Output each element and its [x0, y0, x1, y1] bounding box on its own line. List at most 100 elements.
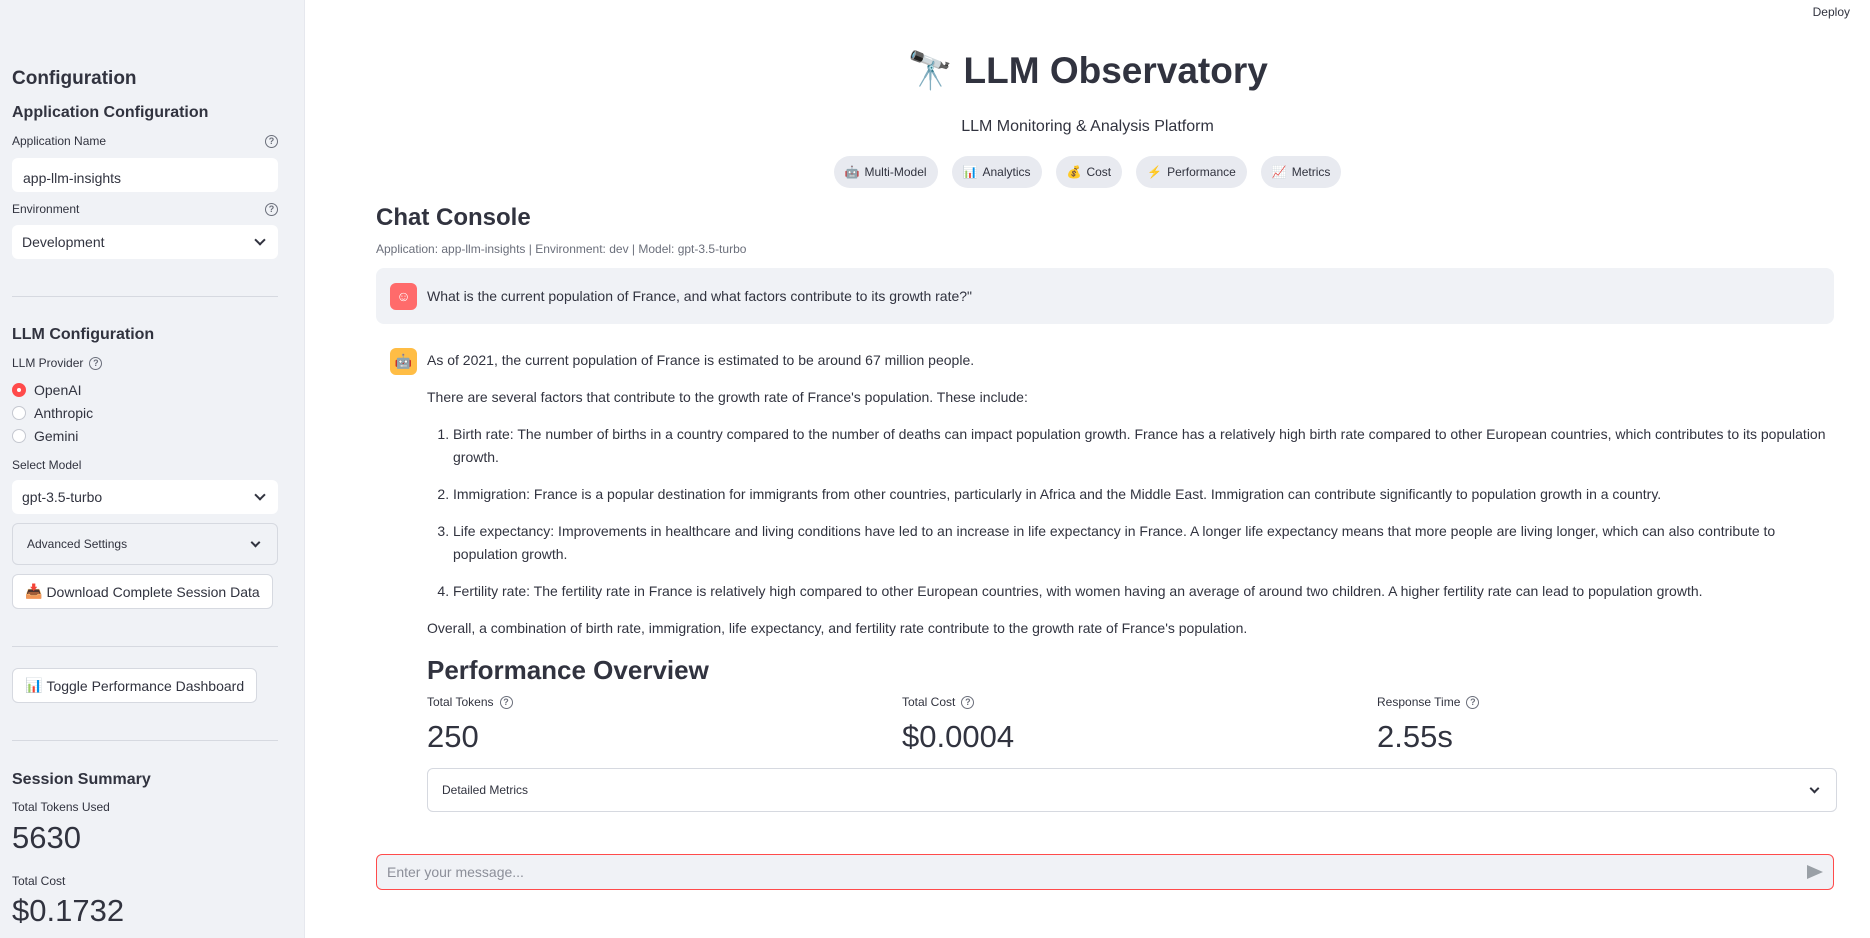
assistant-intro: As of 2021, the current population of Fr… [427, 352, 975, 368]
page-subtitle: LLM Monitoring & Analysis Platform [961, 118, 1214, 135]
chat-input-placeholder[interactable]: Enter your message... [387, 864, 524, 880]
chat-input[interactable]: Enter your message... [376, 854, 1834, 890]
metric-value: 2.55s [1377, 719, 1453, 754]
total-cost-label: Total Cost [12, 874, 66, 888]
deploy-button[interactable]: Deploy [1813, 5, 1850, 19]
select-model-label: Select Model [12, 458, 82, 472]
user-message: ☺ What is the current population of Fran… [376, 268, 1834, 324]
detailed-metrics-expander[interactable]: Detailed Metrics [427, 768, 1837, 812]
chevron-down-icon [254, 234, 266, 246]
pill-label: Analytics [982, 165, 1031, 179]
toggle-dashboard-label: Toggle Performance Dashboard [46, 677, 245, 694]
pill-analytics: 📊 Analytics [951, 156, 1042, 188]
download-session-button[interactable]: 📥 Download Complete Session Data [12, 574, 273, 609]
environment-select[interactable]: Development [12, 225, 278, 259]
llm-provider-label: LLM Provider [12, 356, 84, 370]
bot-avatar-icon: 🤖 [390, 348, 417, 375]
advanced-settings-expander[interactable]: Advanced Settings [12, 523, 278, 565]
chevron-down-icon [254, 489, 266, 501]
app-name-value: app-llm-insights [23, 170, 122, 186]
detailed-metrics-label: Detailed Metrics [442, 783, 529, 797]
provider-radio-anthropic[interactable]: Anthropic [12, 405, 93, 421]
page-title: 🔭 LLM Observatory [305, 50, 1870, 93]
help-icon[interactable]: ? [265, 202, 278, 216]
pill-label: Multi-Model [864, 165, 927, 179]
metric-response-time: Response Time? 2.55s [1377, 695, 1480, 755]
app-config-title: Application Configuration [12, 104, 209, 121]
money-bag-icon: 💰 [1066, 165, 1082, 179]
pill-performance: ⚡ Performance [1136, 156, 1247, 188]
robot-icon: 🤖 [844, 165, 860, 179]
radio-unselected-icon [12, 429, 26, 443]
environment-label-row: Environment ? [12, 202, 278, 216]
session-summary-title: Session Summary [12, 771, 151, 788]
metric-value: $0.0004 [902, 719, 1015, 754]
trend-chart-icon: 📈 [1271, 165, 1287, 179]
provider-label: Gemini [34, 428, 79, 444]
help-icon[interactable]: ? [89, 356, 103, 370]
radio-selected-icon [12, 383, 26, 397]
provider-radio-openai[interactable]: OpenAI [12, 382, 81, 398]
provider-label: OpenAI [34, 382, 82, 398]
pill-cost: 💰 Cost [1055, 156, 1123, 188]
configuration-title: Configuration [12, 68, 137, 89]
chart-icon: 📊 [25, 677, 43, 693]
model-value: gpt-3.5-turbo [22, 489, 103, 505]
assistant-message: As of 2021, the current population of Fr… [427, 349, 1837, 654]
pill-label: Cost [1086, 165, 1112, 179]
list-item: Birth rate: The number of births in a co… [453, 423, 1837, 469]
download-icon: 📥 [25, 583, 43, 599]
send-icon[interactable] [1807, 865, 1823, 879]
user-message-text: What is the current population of France… [427, 288, 973, 304]
help-icon[interactable]: ? [1466, 695, 1480, 709]
lightning-icon: ⚡ [1147, 165, 1163, 179]
model-select[interactable]: gpt-3.5-turbo [12, 480, 278, 514]
sidebar-divider [12, 296, 278, 297]
app-name-label: Application Name [12, 134, 107, 148]
chevron-down-icon [1809, 783, 1820, 793]
metric-label: Response Time [1377, 695, 1461, 709]
user-avatar-icon: ☺ [390, 282, 417, 310]
help-icon[interactable]: ? [499, 695, 513, 709]
list-item: Immigration: France is a popular destina… [453, 483, 1837, 506]
environment-value: Development [22, 234, 105, 250]
sidebar: Configuration Application Configuration … [0, 0, 305, 938]
llm-config-title: LLM Configuration [12, 326, 155, 343]
bar-chart-icon: 📊 [962, 165, 978, 179]
metric-label: Total Cost [902, 695, 956, 709]
help-icon[interactable]: ? [961, 695, 975, 709]
pill-metrics: 📈 Metrics [1260, 156, 1342, 188]
chevron-down-icon [250, 537, 261, 547]
advanced-settings-label: Advanced Settings [27, 537, 128, 551]
provider-label: Anthropic [34, 405, 94, 421]
total-tokens-used-label: Total Tokens Used [12, 800, 110, 814]
telescope-icon: 🔭 [907, 50, 954, 91]
sidebar-divider [12, 740, 278, 741]
chat-caption: Application: app-llm-insights | Environm… [376, 242, 747, 256]
download-button-label: Download Complete Session Data [46, 583, 260, 600]
pill-multi-model: 🤖 Multi-Model [833, 156, 938, 188]
pill-label: Performance [1167, 165, 1236, 179]
app-name-input[interactable]: app-llm-insights [12, 158, 278, 192]
page-title-text: LLM Observatory [963, 50, 1268, 91]
help-icon[interactable]: ? [265, 134, 278, 148]
assistant-factor-list: Birth rate: The number of births in a co… [427, 423, 1837, 603]
app-name-label-row: Application Name ? [12, 134, 278, 148]
total-tokens-used-value: 5630 [12, 820, 81, 855]
environment-label: Environment [12, 202, 80, 216]
total-cost-value: $0.1732 [12, 893, 125, 928]
sidebar-divider [12, 646, 278, 647]
feature-pills: 🤖 Multi-Model 📊 Analytics 💰 Cost ⚡ Perfo… [305, 156, 1870, 188]
llm-provider-label-row: LLM Provider ? [12, 356, 278, 370]
metric-total-cost: Total Cost? $0.0004 [902, 695, 1014, 755]
metric-total-tokens: Total Tokens? 250 [427, 695, 513, 755]
pill-label: Metrics [1291, 165, 1331, 179]
assistant-conclusion: Overall, a combination of birth rate, im… [427, 620, 1248, 636]
chat-console-title: Chat Console [376, 204, 531, 231]
list-item: Life expectancy: Improvements in healthc… [453, 520, 1837, 566]
radio-unselected-icon [12, 406, 26, 420]
toggle-dashboard-button[interactable]: 📊 Toggle Performance Dashboard [12, 668, 258, 703]
metric-label: Total Tokens [427, 695, 494, 709]
provider-radio-gemini[interactable]: Gemini [12, 428, 78, 444]
assistant-lead: There are several factors that contribut… [427, 389, 1028, 405]
